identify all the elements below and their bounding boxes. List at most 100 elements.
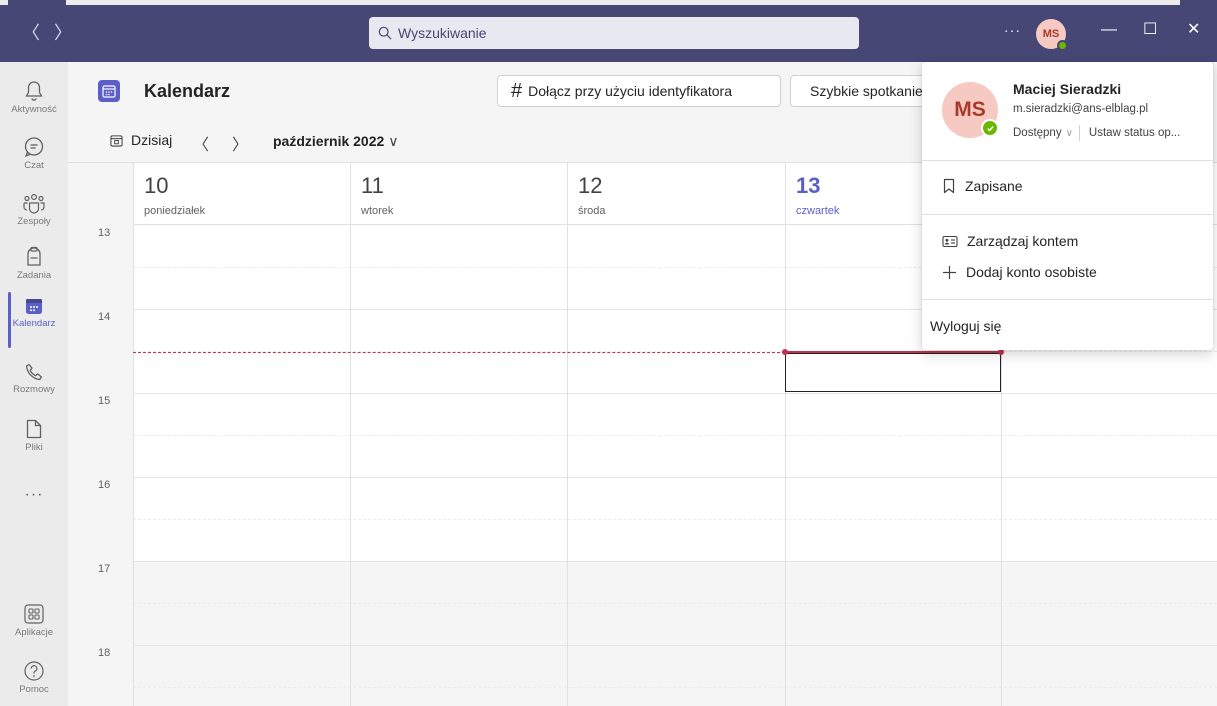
rail-label: Zadania — [16, 270, 52, 281]
divider — [922, 299, 1213, 300]
today-label: Dzisiaj — [131, 132, 173, 148]
manage-account-item[interactable]: Zarządzaj kontem — [942, 233, 1078, 249]
presence-available-icon — [981, 119, 999, 137]
day-name: poniedziałek — [144, 205, 206, 217]
day-name: wtorek — [361, 205, 394, 217]
set-status-message-link[interactable]: Ustaw status op... — [1089, 127, 1180, 139]
hour-label: 15 — [98, 395, 111, 407]
hour-label: 18 — [98, 647, 111, 659]
profile-email: m.sieradzki@ans-elblag.pl — [1013, 103, 1149, 115]
apps-icon — [24, 604, 44, 624]
rail-item-files[interactable]: Pliki — [0, 414, 68, 470]
current-time-line — [133, 352, 785, 353]
month-label: październik 2022 — [273, 133, 385, 149]
day-name: czwartek — [796, 205, 840, 217]
divider — [1078, 125, 1080, 141]
add-personal-account-label: Dodaj konto osobiste — [966, 264, 1097, 280]
chevron-down-icon: ∨ — [388, 133, 399, 149]
chat-icon — [24, 137, 44, 158]
next-week-button[interactable]: 〉 — [232, 131, 248, 155]
bookmark-icon — [943, 178, 955, 194]
day-number: 13 — [796, 173, 821, 198]
previous-week-button[interactable]: 〈 — [193, 131, 209, 155]
hash-icon: # — [511, 79, 523, 102]
presence-available-icon — [1057, 40, 1068, 51]
sign-out-item[interactable]: Wyloguj się — [930, 318, 1001, 334]
avatar-initials: MS — [954, 98, 986, 121]
rail-item-help[interactable]: Pomoc — [0, 656, 68, 706]
day-header-wednesday[interactable]: 12 środa — [567, 163, 785, 225]
rail-label: Aktywność — [11, 104, 57, 115]
more-apps-button[interactable]: ··· — [0, 486, 68, 504]
hour-label: 16 — [98, 479, 111, 491]
day-column-tuesday[interactable] — [350, 225, 567, 706]
profile-avatar-button[interactable]: MS — [1036, 19, 1068, 51]
join-with-id-button[interactable]: # Dołącz przy użyciu identyfikatora — [497, 75, 781, 107]
rail-item-activity[interactable]: Aktywność — [0, 76, 68, 132]
minimize-button[interactable]: — — [1101, 22, 1117, 38]
title-bar-top-edge — [0, 0, 1217, 5]
day-number: 10 — [144, 173, 169, 198]
divider — [922, 160, 1213, 161]
rail-item-tasks[interactable]: Zadania — [0, 242, 68, 298]
join-with-id-label: Dołącz przy użyciu identyfikatora — [528, 83, 732, 99]
avatar-initials: MS — [1042, 28, 1060, 40]
more-options-button[interactable]: ··· — [1004, 22, 1021, 38]
history-nav: 〈 〉 — [22, 24, 72, 42]
search-box[interactable] — [369, 17, 859, 49]
divider — [922, 214, 1213, 215]
maximize-button[interactable]: ☐ — [1143, 22, 1157, 38]
forward-arrow-icon[interactable]: 〉 — [54, 24, 72, 42]
day-header-tuesday[interactable]: 11 wtorek — [350, 163, 567, 225]
meet-now-button[interactable]: Szybkie spotkanie — [790, 75, 930, 107]
tasks-icon — [27, 246, 41, 266]
rail-label: Pliki — [25, 442, 43, 453]
day-number: 12 — [578, 173, 603, 198]
plus-icon — [943, 265, 956, 279]
sign-out-label: Wyloguj się — [930, 318, 1002, 334]
rail-label: Rozmowy — [13, 384, 55, 395]
saved-label: Zapisane — [965, 178, 1023, 194]
teams-icon — [23, 193, 45, 214]
day-column-monday[interactable] — [133, 225, 350, 706]
calendar-icon — [26, 299, 42, 314]
day-name: środa — [578, 205, 606, 217]
presence-status-dropdown[interactable]: Dostępny ∨ — [1013, 127, 1073, 139]
rail-item-teams[interactable]: Zespoły — [0, 188, 68, 244]
rail-label: Kalendarz — [12, 318, 56, 329]
status-label: Dostępny — [1013, 127, 1062, 139]
status-row: Dostępny ∨ Ustaw status op... — [1013, 125, 1180, 141]
day-header-monday[interactable]: 10 poniedziałek — [133, 163, 350, 225]
hour-label: 13 — [98, 227, 111, 239]
rail-label: Czat — [24, 160, 44, 171]
rail-label: Pomoc — [19, 684, 49, 695]
profile-menu: MS Maciej Sieradzki m.sieradzki@ans-elbl… — [922, 62, 1213, 350]
rail-item-calendar[interactable]: Kalendarz — [0, 292, 68, 348]
hour-label: 17 — [98, 563, 111, 575]
day-column-wednesday[interactable] — [567, 225, 785, 706]
saved-item[interactable]: Zapisane — [942, 178, 1023, 194]
rail-item-chat[interactable]: Czat — [0, 132, 68, 188]
help-icon — [24, 661, 44, 681]
file-icon — [26, 419, 42, 439]
profile-avatar[interactable]: MS — [942, 82, 999, 138]
close-button[interactable]: ✕ — [1187, 22, 1200, 38]
time-column — [68, 163, 133, 706]
add-personal-account-item[interactable]: Dodaj konto osobiste — [942, 264, 1097, 280]
rail-label: Zespoły — [17, 216, 51, 227]
title-bar: 〈 〉 ··· MS — ☐ ✕ — [0, 0, 1217, 62]
rail-item-apps[interactable]: Aplikacje — [0, 599, 68, 655]
selected-time-slot[interactable] — [785, 353, 1001, 392]
rail-label: Aplikacje — [14, 627, 54, 638]
chevron-down-icon: ∨ — [1065, 128, 1073, 139]
calendar-today-icon — [110, 134, 123, 147]
hour-label: 14 — [98, 311, 111, 323]
search-input[interactable] — [398, 25, 818, 41]
calendar-app-icon — [98, 80, 120, 102]
profile-name: Maciej Sieradzki — [1013, 81, 1122, 97]
rail-item-calls[interactable]: Rozmowy — [0, 358, 68, 414]
today-button[interactable]: Dzisiaj — [110, 132, 172, 148]
back-arrow-icon[interactable]: 〈 — [22, 24, 40, 42]
month-picker[interactable]: październik 2022 ∨ — [273, 133, 399, 150]
search-icon — [378, 26, 392, 40]
